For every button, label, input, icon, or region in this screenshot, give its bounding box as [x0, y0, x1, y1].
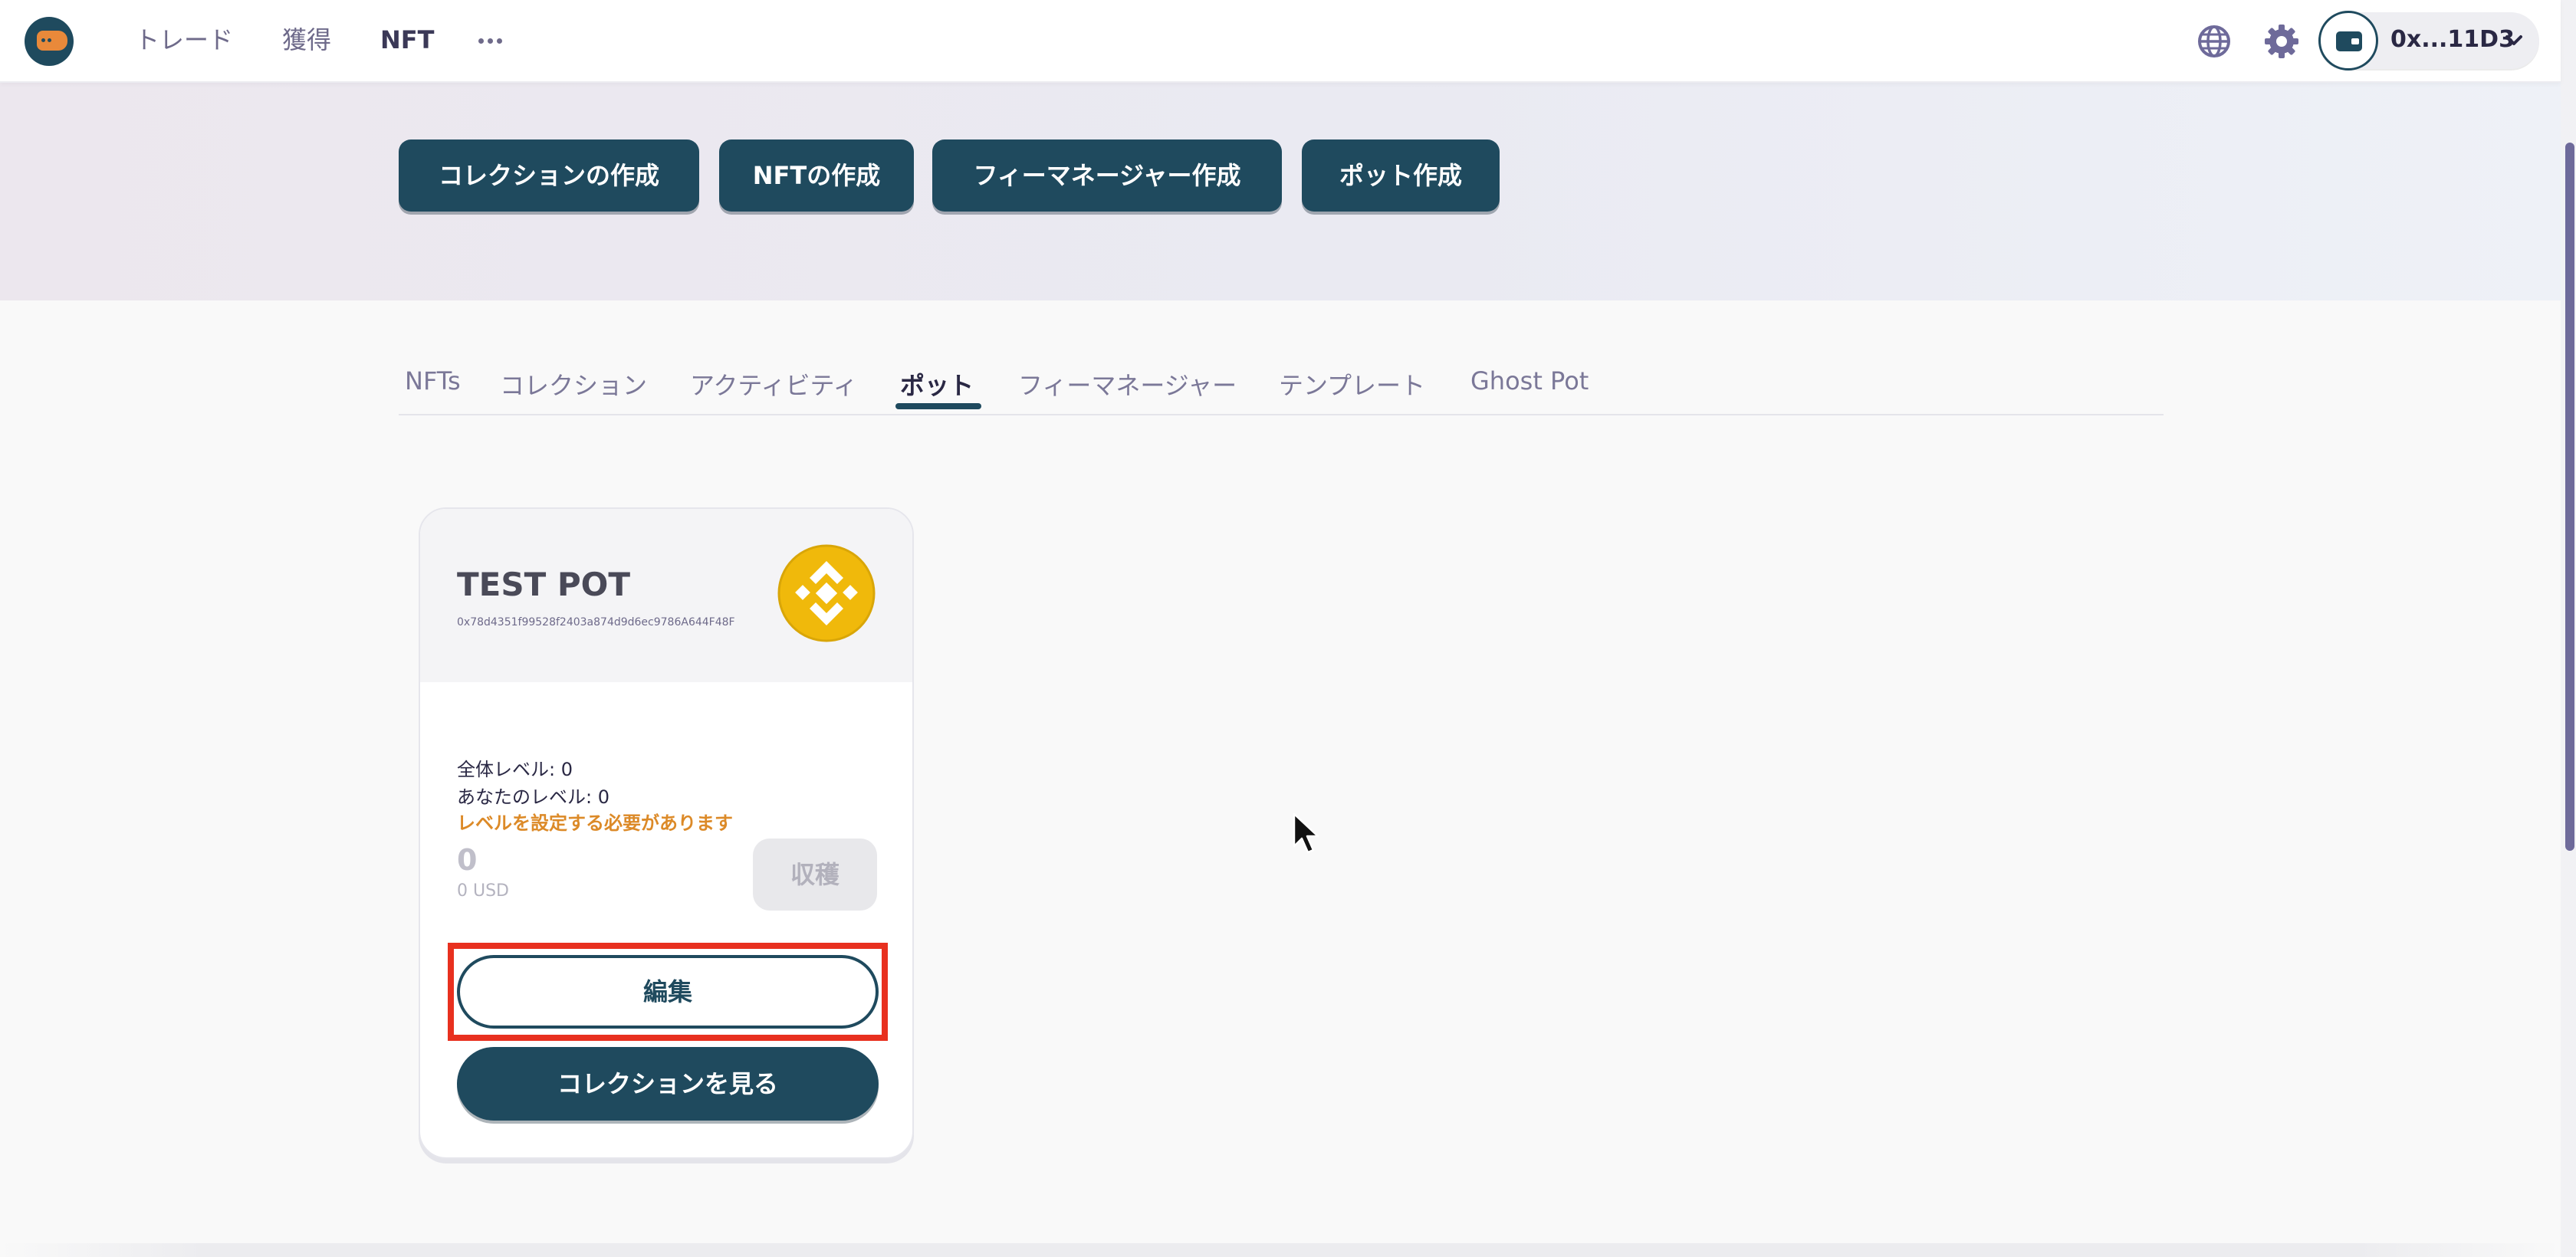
create-nft-button[interactable]: NFTの作成	[719, 139, 914, 212]
create-pot-button[interactable]: ポット作成	[1302, 139, 1500, 212]
pot-title: TEST POT	[457, 566, 630, 603]
bnb-icon	[777, 544, 876, 642]
tab-nfts[interactable]: NFTs	[405, 366, 461, 395]
edit-button[interactable]: 編集	[457, 955, 879, 1029]
pot-amount-usd: 0 USD	[457, 881, 509, 901]
pot-card-header: TEST POT 0x78d4351f99528f2403a874d9d6ec9…	[420, 509, 912, 682]
pot-amount: 0	[457, 843, 478, 877]
wallet-address: 0x...11D3	[2390, 26, 2515, 53]
view-collection-button[interactable]: コレクションを見る	[457, 1047, 879, 1121]
gear-icon[interactable]	[2262, 21, 2302, 61]
mouse-cursor-icon	[1293, 812, 1319, 854]
app-logo[interactable]	[25, 17, 74, 66]
create-fee-manager-button[interactable]: フィーマネージャー作成	[932, 139, 1282, 212]
wallet-button[interactable]: 0x...11D3	[2318, 11, 2539, 71]
hero-banner: コレクションの作成 NFTの作成 フィーマネージャー作成 ポット作成	[0, 83, 2561, 300]
your-level: あなたのレベル: 0	[457, 786, 610, 808]
tab-bar: NFTs コレクション アクティビティ ポット フィーマネージャー テンプレート…	[399, 360, 2164, 415]
level-warning: レベルを設定する必要があります	[457, 812, 733, 834]
nav-nft[interactable]: NFT	[380, 23, 434, 57]
nav-trade[interactable]: トレード	[135, 23, 233, 57]
tab-templates[interactable]: テンプレート	[1279, 366, 1425, 402]
tab-ghost-pot[interactable]: Ghost Pot	[1470, 366, 1589, 395]
chevron-down-icon	[2505, 35, 2522, 45]
ellipsis-icon[interactable]	[475, 25, 506, 55]
bottom-section-edge	[0, 1243, 2561, 1257]
pot-card: TEST POT 0x78d4351f99528f2403a874d9d6ec9…	[419, 507, 914, 1159]
overall-level: 全体レベル: 0	[457, 759, 573, 780]
active-tab-indicator	[895, 403, 981, 409]
globe-icon[interactable]	[2194, 21, 2234, 61]
pot-address: 0x78d4351f99528f2403a874d9d6ec9786A644F4…	[457, 616, 735, 628]
nav-earn[interactable]: 獲得	[282, 23, 331, 57]
create-collection-button[interactable]: コレクションの作成	[399, 139, 699, 212]
wallet-icon	[2318, 11, 2378, 71]
tab-collections[interactable]: コレクション	[500, 366, 647, 402]
harvest-button[interactable]: 収穫	[753, 839, 877, 911]
scrollbar-thumb[interactable]	[2565, 143, 2574, 851]
top-navigation: トレード 獲得 NFT 0x...11D3	[0, 0, 2561, 83]
tab-pots[interactable]: ポット	[900, 366, 974, 402]
tab-activity[interactable]: アクティビティ	[690, 366, 858, 402]
tab-fee-manager[interactable]: フィーマネージャー	[1018, 366, 1237, 402]
